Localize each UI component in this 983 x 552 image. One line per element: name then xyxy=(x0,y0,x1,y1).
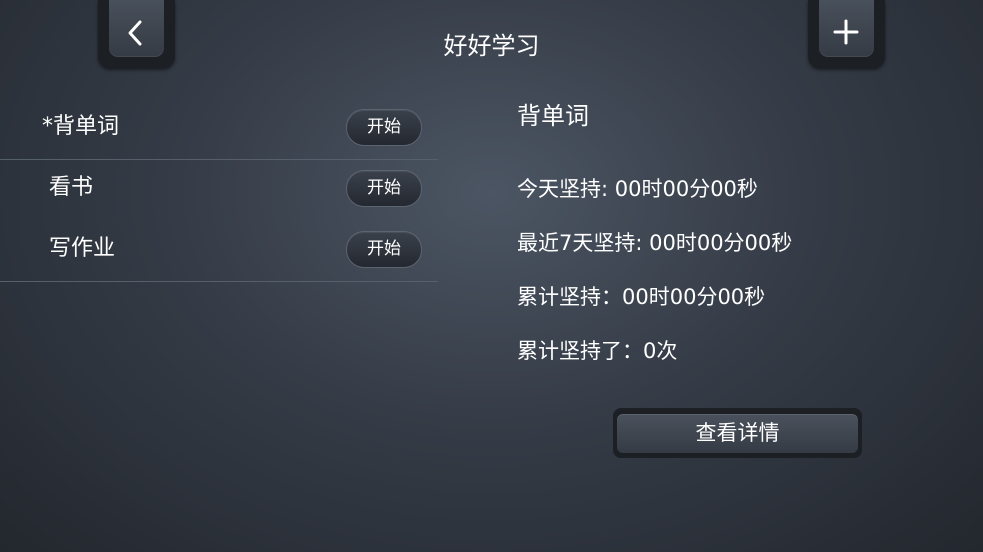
plus-icon xyxy=(833,19,859,45)
stat-today: 今天坚持: 00时00分00秒 xyxy=(517,177,758,201)
start-button[interactable]: 开始 xyxy=(346,109,422,146)
stat-last-7-days: 最近7天坚持: 00时00分00秒 xyxy=(517,231,793,255)
stat-total-duration: 累计坚持：00时00分00秒 xyxy=(517,285,766,309)
task-item-vocabulary[interactable]: *背单词 开始 xyxy=(0,98,438,160)
start-button[interactable]: 开始 xyxy=(346,170,422,207)
task-name: 写作业 xyxy=(49,236,116,261)
detail-title: 背单词 xyxy=(517,102,589,130)
task-name: 看书 xyxy=(49,175,94,200)
view-details-label: 查看详情 xyxy=(617,414,858,453)
task-name: *背单词 xyxy=(42,114,120,139)
view-details-button[interactable]: 查看详情 xyxy=(613,408,862,458)
task-item-homework[interactable]: 写作业 开始 xyxy=(0,220,438,282)
task-item-reading[interactable]: 看书 开始 xyxy=(0,159,438,220)
start-button[interactable]: 开始 xyxy=(346,231,422,268)
stat-total-count: 累计坚持了：0次 xyxy=(517,339,678,363)
add-button[interactable] xyxy=(808,0,885,68)
